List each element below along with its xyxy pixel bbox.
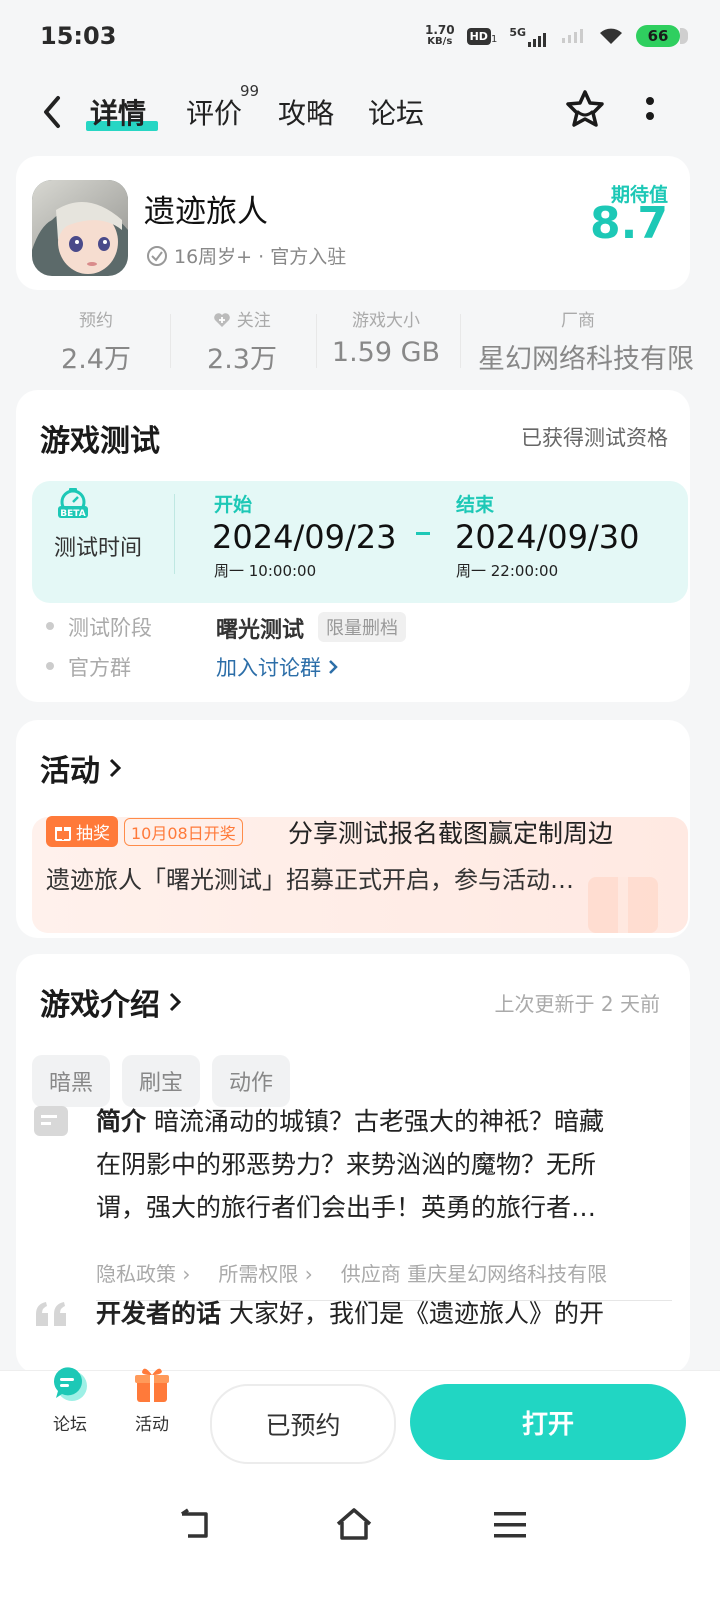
stat-followers[interactable]: 关注 2.3万 <box>172 306 312 376</box>
tab-forum[interactable]: 论坛 <box>368 92 424 132</box>
beta-timer-icon: BETA <box>58 488 88 519</box>
gift-icon <box>55 826 71 841</box>
test-status: 已获得测试资格 <box>521 426 668 450</box>
divider <box>460 314 461 368</box>
end-date: 2024/09/30 <box>455 518 640 556</box>
system-home-icon[interactable] <box>334 1506 374 1542</box>
game-meta: 16周岁+ · 官方入驻 <box>146 242 346 269</box>
favorite-star-icon[interactable] <box>564 88 606 130</box>
range-dash <box>416 532 430 535</box>
svg-text:BETA: BETA <box>60 509 85 519</box>
review-count-badge: 99 <box>240 82 260 100</box>
divider <box>170 314 171 368</box>
activity-desc: 遗迹旅人「曙光测试」招募正式开启，参与活动… <box>46 866 574 894</box>
end-time: 周一 22:00:00 <box>456 562 559 580</box>
intro-section-title[interactable]: 游戏介绍 <box>40 980 182 1024</box>
intro-updated: 上次更新于 2 天前 <box>494 992 660 1016</box>
gift-icon <box>135 1368 169 1402</box>
signal-5g-icon: 5G <box>509 26 550 47</box>
tab-details[interactable]: 详情 <box>90 92 146 132</box>
end-label: 结束 <box>456 494 495 516</box>
more-options-icon[interactable] <box>640 96 660 124</box>
chevron-right-icon <box>109 758 122 778</box>
bullet <box>46 622 54 630</box>
battery-icon: 66 <box>636 25 688 47</box>
group-label: 官方群 <box>68 656 131 680</box>
chevron-right-icon <box>329 660 338 674</box>
tab-reviews[interactable]: 评价 <box>186 92 242 132</box>
system-menu-icon[interactable] <box>494 1510 526 1540</box>
phase-value: 曙光测试 <box>216 618 305 643</box>
stat-size: 游戏大小 1.59 GB <box>331 311 441 368</box>
status-icons: 1.70 KB/s HD 1 5G 66 <box>424 23 688 48</box>
document-icon <box>34 1106 68 1136</box>
permissions-link[interactable]: 所需权限 › <box>218 1258 312 1287</box>
test-time-label: 测试时间 <box>54 536 143 561</box>
start-label: 开始 <box>214 494 253 516</box>
chat-bubble-icon <box>53 1367 87 1401</box>
net-speed: 1.70 KB/s <box>424 23 455 47</box>
bullet <box>46 662 54 670</box>
privacy-policy-link[interactable]: 隐私政策 › <box>96 1258 190 1287</box>
reserved-button[interactable]: 已预约 <box>210 1384 396 1464</box>
activity-tags: 抽奖 10月08日开奖 <box>46 816 243 847</box>
join-group-link[interactable]: 加入讨论群 <box>216 652 339 682</box>
activity-shortcut[interactable]: 活动 <box>122 1364 182 1435</box>
test-section-title: 游戏测试 <box>40 424 160 459</box>
forum-shortcut[interactable]: 论坛 <box>40 1364 100 1435</box>
expect-score: 8.7 <box>590 198 668 249</box>
hd-icon: HD 1 <box>466 27 497 45</box>
stat-reservations: 预约 2.4万 <box>61 311 131 375</box>
verified-check-icon <box>147 245 167 266</box>
start-time: 周一 10:00:00 <box>214 562 317 580</box>
game-icon[interactable] <box>32 180 128 276</box>
chevron-right-icon <box>169 992 182 1012</box>
supplier-info: 供应商 重庆星幻网络科技有限 <box>340 1262 608 1286</box>
draw-date-tag: 10月08日开奖 <box>124 817 243 846</box>
back-icon[interactable] <box>38 92 66 132</box>
game-title: 遗迹旅人 <box>144 194 268 230</box>
developer-note[interactable]: 开发者的话 大家好，我们是《遗迹旅人》的开 <box>96 1292 680 1335</box>
divider <box>174 494 175 574</box>
phase-tag: 限量删档 <box>318 612 406 642</box>
gift-watermark-icon <box>588 877 658 933</box>
open-button[interactable]: 打开 <box>410 1384 686 1460</box>
start-date: 2024/09/23 <box>212 518 397 556</box>
status-time: 15:03 <box>40 22 117 50</box>
wifi-icon <box>600 28 622 44</box>
heart-plus-icon <box>214 313 231 327</box>
intro-summary[interactable]: 简介 暗流涌动的城镇？古老强大的神祇？暗藏 在阴影中的邪恶势力？来势汹汹的魔物？… <box>96 1100 680 1229</box>
phase-label: 测试阶段 <box>68 616 152 640</box>
intro-links: 隐私政策 › 所需权限 › 供应商 重庆星幻网络科技有限 <box>96 1258 680 1287</box>
activity-section-title[interactable]: 活动 <box>40 746 122 790</box>
tab-guides[interactable]: 攻略 <box>278 92 334 132</box>
activity-headline: 分享测试报名截图赢定制周边 <box>288 819 614 848</box>
system-back-icon[interactable] <box>178 1508 214 1542</box>
lottery-tag: 抽奖 <box>46 816 118 847</box>
stat-developer[interactable]: 厂商 星幻网络科技有限 <box>478 306 708 376</box>
quote-icon <box>36 1302 66 1326</box>
signal-icon <box>562 29 583 43</box>
